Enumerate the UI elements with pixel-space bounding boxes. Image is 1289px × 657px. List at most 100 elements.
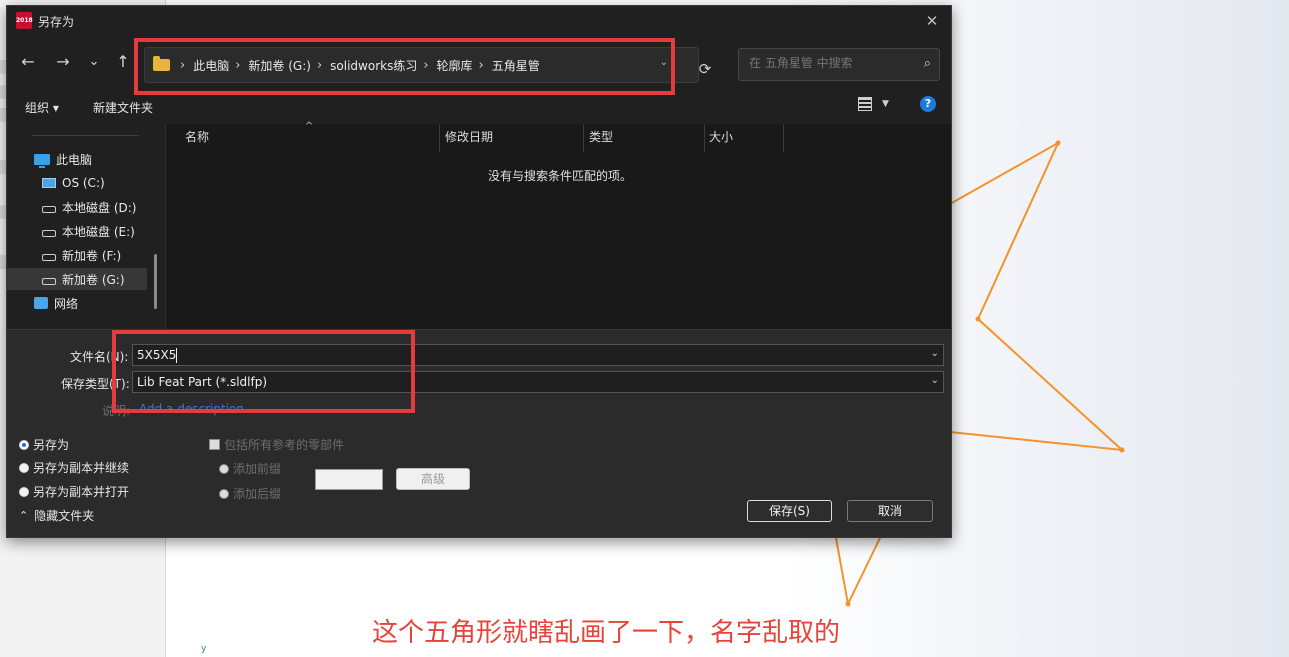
chevron-right-icon[interactable]: › — [180, 58, 185, 73]
annotation-text: 这个五角形就瞎乱画了一下，名字乱取的 — [372, 618, 841, 648]
advanced-button[interactable]: 高级 — [396, 468, 470, 490]
chevron-down-icon[interactable]: ⌄ — [931, 375, 939, 386]
text-cursor — [176, 348, 177, 363]
save-button[interactable]: 保存(S) — [747, 500, 832, 522]
add-description-link[interactable]: Add a description — [139, 402, 244, 416]
filetype-label: 保存类型(T): — [61, 377, 130, 391]
chevron-down-icon[interactable]: ⌄ — [931, 348, 939, 359]
breadcrumb: › 此电脑 › 新加卷 (G:) › solidworks练习 › 轮廓库 › … — [153, 48, 546, 82]
breadcrumb-item[interactable]: 此电脑 — [193, 57, 229, 74]
forward-arrow-icon[interactable]: → — [52, 51, 74, 73]
back-arrow-icon[interactable]: ← — [17, 51, 39, 73]
save-options-panel: 文件名(N): 5X5X5 ⌄ 保存类型(T): Lib Feat Part (… — [7, 329, 951, 537]
breadcrumb-item[interactable]: solidworks练习 — [330, 57, 417, 74]
hide-folders-toggle[interactable]: ⌃ 隐藏文件夹 — [19, 507, 94, 524]
dialog-titlebar[interactable]: 2018 另存为 ✕ — [7, 6, 951, 36]
sketch-line — [835, 537, 849, 605]
organize-menu[interactable]: 组织 ▾ — [25, 99, 59, 116]
chevron-right-icon[interactable]: › — [317, 58, 322, 73]
empty-state-message: 没有与搜索条件匹配的项。 — [488, 169, 633, 183]
sketch-point — [1119, 447, 1125, 453]
save-as-radio[interactable]: 另存为 — [19, 436, 69, 453]
sidebar-item-drive-e[interactable]: 本地磁盘 (E:) — [7, 220, 147, 242]
column-divider[interactable] — [583, 124, 584, 152]
column-header-type[interactable]: 类型 — [589, 128, 613, 152]
sidebar-item-label: 新加卷 (G:) — [62, 272, 125, 287]
radio-label: 添加后缀 — [233, 487, 282, 501]
add-prefix-radio[interactable]: 添加前缀 — [219, 460, 281, 477]
column-header-size[interactable]: 大小 — [709, 128, 733, 152]
file-list[interactable]: ^ 名称 修改日期 类型 大小 没有与搜索条件匹配的项。 — [165, 121, 951, 329]
address-dropdown-icon[interactable]: ⌄ — [660, 57, 668, 68]
sidebar-item-os-c[interactable]: OS (C:) — [7, 172, 147, 194]
add-suffix-radio[interactable]: 添加后缀 — [219, 485, 281, 502]
sketch-point — [845, 601, 851, 607]
search-icon[interactable]: ⌕ — [924, 56, 931, 71]
chevron-right-icon[interactable]: › — [235, 58, 240, 73]
radio-unselected-icon[interactable] — [19, 486, 29, 497]
description-label: 说明: — [102, 404, 131, 418]
sketch-point — [1055, 140, 1061, 146]
computer-icon — [34, 153, 50, 168]
new-folder-button[interactable]: 新建文件夹 — [93, 99, 153, 116]
divider — [32, 135, 139, 136]
radio-disabled-icon[interactable] — [219, 488, 229, 499]
sidebar-item-drive-g[interactable]: 新加卷 (G:) — [7, 268, 147, 290]
prefix-suffix-input[interactable] — [315, 469, 383, 490]
sidebar-item-network[interactable]: 网络 — [7, 292, 147, 314]
column-divider[interactable] — [439, 124, 440, 152]
chevron-down-icon[interactable]: ▼ — [882, 99, 889, 109]
close-icon[interactable]: ✕ — [921, 10, 943, 32]
sidebar-item-this-pc[interactable]: 此电脑 — [7, 148, 147, 170]
help-icon[interactable]: ? — [920, 96, 936, 112]
checkbox-icon[interactable] — [209, 439, 220, 450]
column-header-date[interactable]: 修改日期 — [445, 128, 493, 152]
column-header-name[interactable]: 名称 — [185, 128, 209, 152]
refresh-icon[interactable]: ⟳ — [695, 59, 715, 79]
folder-icon — [153, 56, 170, 71]
sidebar-scrollbar[interactable] — [154, 254, 157, 309]
breadcrumb-item[interactable]: 轮廓库 — [437, 57, 473, 74]
filename-label: 文件名(N): — [70, 350, 129, 364]
drive-icon — [42, 277, 56, 285]
drive-icon — [42, 205, 56, 213]
address-bar[interactable]: › 此电脑 › 新加卷 (G:) › solidworks练习 › 轮廓库 › … — [144, 47, 699, 83]
sidebar-item-label: OS (C:) — [62, 176, 105, 190]
filename-field[interactable]: 5X5X5 ⌄ — [132, 344, 944, 366]
save-copy-continue-radio[interactable]: 另存为副本并继续 — [19, 459, 129, 476]
radio-unselected-icon[interactable] — [19, 462, 29, 473]
sidebar-item-drive-f[interactable]: 新加卷 (F:) — [7, 244, 147, 266]
sidebar-item-label: 网络 — [54, 296, 79, 311]
breadcrumb-item[interactable]: 五角星管 — [492, 57, 540, 74]
up-arrow-icon[interactable]: ↑ — [112, 51, 134, 73]
chevron-up-icon: ⌃ — [19, 509, 29, 522]
breadcrumb-item[interactable]: 新加卷 (G:) — [248, 57, 311, 74]
filetype-select[interactable]: Lib Feat Part (*.sldlfp) ⌄ — [132, 371, 944, 393]
search-input[interactable] — [747, 55, 911, 71]
dialog-title: 另存为 — [38, 15, 75, 29]
save-copy-open-radio[interactable]: 另存为副本并打开 — [19, 483, 129, 500]
navigation-pane: 此电脑 OS (C:) 本地磁盘 (D:) 本地磁盘 (E:) 新加卷 (F:)… — [7, 124, 165, 329]
filetype-value: Lib Feat Part (*.sldlfp) — [137, 375, 268, 389]
axis-y-label: y — [201, 644, 207, 654]
hide-folders-label: 隐藏文件夹 — [34, 509, 95, 523]
recent-locations-chevron-icon[interactable]: ⌄ — [83, 51, 105, 73]
network-icon — [34, 297, 48, 309]
sidebar-item-label: 本地磁盘 (E:) — [62, 224, 135, 239]
column-divider[interactable] — [704, 124, 705, 152]
radio-label: 另存为副本并继续 — [33, 461, 130, 475]
sidebar-item-drive-d[interactable]: 本地磁盘 (D:) — [7, 196, 147, 218]
radio-disabled-icon[interactable] — [219, 463, 229, 474]
cancel-button[interactable]: 取消 — [847, 500, 933, 522]
drive-icon — [42, 229, 56, 237]
chevron-right-icon[interactable]: › — [479, 58, 484, 73]
include-references-checkbox[interactable]: 包括所有参考的零部件 — [209, 436, 344, 453]
radio-selected-icon[interactable] — [19, 439, 29, 450]
view-options-icon[interactable] — [858, 97, 872, 111]
chevron-right-icon[interactable]: › — [423, 58, 428, 73]
command-bar: 组织 ▾ 新建文件夹 ▼ ? — [7, 96, 951, 118]
search-box[interactable]: ⌕ — [738, 48, 940, 81]
column-divider[interactable] — [783, 124, 784, 152]
sketch-line — [847, 537, 881, 605]
filename-value[interactable]: 5X5X5 — [137, 348, 176, 362]
